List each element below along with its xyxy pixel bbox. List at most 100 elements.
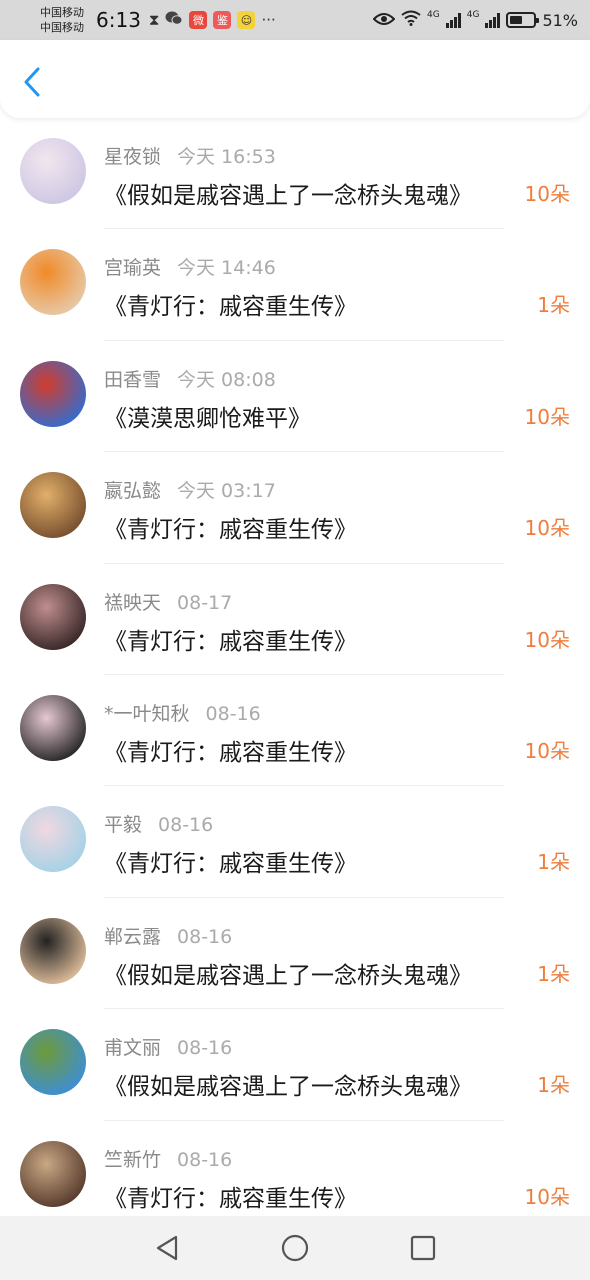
flower-count: 1朵 — [537, 961, 570, 986]
flower-count: 10朵 — [524, 738, 570, 763]
network-type-1: 4G — [427, 10, 440, 20]
item-meta: 郸云露 08-16 — [104, 922, 232, 949]
qq-icon: ☺ — [237, 11, 256, 29]
item-meta: 禚映天 08-17 — [104, 588, 232, 615]
list-item[interactable]: 宫瑜英 今天 14:46 《青灯行：戚容重生传》 1朵 — [0, 229, 590, 341]
avatar[interactable] — [20, 583, 86, 650]
signal-icon-2 — [485, 12, 501, 28]
user-name: 平毅 — [104, 814, 143, 837]
user-name: 郸云露 — [104, 925, 162, 948]
back-button[interactable] — [18, 66, 46, 98]
timestamp: 今天 03:17 — [177, 480, 276, 503]
more-icon: ··· — [261, 11, 276, 29]
avatar[interactable] — [20, 360, 86, 427]
weibo-icon: 微 — [189, 11, 208, 29]
timestamp: 08-16 — [177, 1148, 233, 1171]
wechat-icon — [165, 10, 183, 30]
book-title: 《青灯行：戚容重生传》 — [104, 294, 357, 321]
battery-icon — [506, 12, 540, 28]
list-item[interactable]: 田香雪 今天 08:08 《漠漠思卿怆难平》 10朵 — [0, 341, 590, 453]
flower-count: 10朵 — [524, 1184, 570, 1209]
triangle-back-icon — [156, 1235, 178, 1261]
hourglass-icon: ⧗ — [148, 11, 160, 29]
book-title: 《漠漠思卿怆难平》 — [104, 405, 311, 432]
timestamp: 08-16 — [177, 925, 233, 948]
item-meta: 田香雪 今天 08:08 — [104, 365, 276, 392]
timestamp: 今天 14:46 — [177, 257, 276, 280]
avatar[interactable] — [20, 1140, 86, 1207]
user-name: 甫文丽 — [104, 1037, 162, 1060]
user-name: 宫瑜英 — [104, 257, 162, 280]
circle-home-icon — [281, 1234, 309, 1262]
item-meta: 宫瑜英 今天 14:46 — [104, 253, 276, 280]
book-title: 《假如是戚容遇上了一念桥头鬼魂》 — [104, 183, 472, 209]
notification-icons: ⧗ 微 鉴 ☺ ··· — [149, 10, 276, 30]
book-title: 《青灯行：戚容重生传》 — [104, 851, 357, 878]
carrier-1: 中国移动 — [40, 6, 84, 19]
list-item[interactable]: 平毅 08-16 《青灯行：戚容重生传》 1朵 — [0, 786, 590, 898]
flower-count: 1朵 — [537, 850, 570, 875]
flower-count: 1朵 — [537, 1073, 570, 1098]
system-nav-bar — [0, 1216, 590, 1280]
gift-record-list: 星夜锁 今天 16:53 《假如是戚容遇上了一念桥头鬼魂》 10朵 宫瑜英 今天 1… — [0, 118, 590, 1232]
square-recents-icon — [410, 1235, 436, 1261]
nav-home-button[interactable] — [275, 1228, 315, 1268]
timestamp: 今天 08:08 — [177, 368, 276, 391]
book-title: 《青灯行：戚容重生传》 — [104, 517, 357, 544]
item-meta: 平毅 08-16 — [104, 810, 213, 837]
list-item[interactable]: 禚映天 08-17 《青灯行：戚容重生传》 10朵 — [0, 564, 590, 675]
user-name: 田香雪 — [104, 368, 162, 391]
flower-count: 10朵 — [524, 182, 570, 206]
item-meta: *一叶知秋 08-16 — [104, 699, 261, 726]
avatar[interactable] — [20, 1029, 86, 1096]
list-item[interactable]: 星夜锁 今天 16:53 《假如是戚容遇上了一念桥头鬼魂》 10朵 — [0, 118, 590, 230]
network-type-2: 4G — [466, 10, 480, 20]
nav-back-button[interactable] — [147, 1228, 187, 1268]
user-name: 嬴弘懿 — [104, 480, 162, 503]
list-item[interactable]: *一叶知秋 08-16 《青灯行：戚容重生传》 10朵 — [0, 675, 590, 787]
avatar[interactable] — [20, 472, 86, 539]
eye-icon — [372, 11, 396, 30]
battery-percent: 51% — [542, 10, 578, 30]
item-meta: 甫文丽 08-16 — [104, 1033, 232, 1060]
user-name: 禚映天 — [104, 591, 162, 614]
avatar[interactable] — [20, 917, 86, 984]
item-meta: 竺新竹 08-16 — [104, 1145, 232, 1172]
book-title: 《青灯行：戚容重生传》 — [104, 1185, 357, 1212]
user-name: *一叶知秋 — [104, 702, 190, 725]
book-title: 《假如是戚容遇上了一念桥头鬼魂》 — [104, 1074, 472, 1101]
app-badge-icon: 鉴 — [213, 11, 232, 29]
book-title: 《假如是戚容遇上了一念桥头鬼魂》 — [104, 962, 472, 989]
timestamp: 08-16 — [205, 702, 261, 725]
avatar[interactable] — [20, 694, 86, 761]
header — [0, 40, 590, 118]
list-item[interactable]: 郸云露 08-16 《假如是戚容遇上了一念桥头鬼魂》 1朵 — [0, 898, 590, 1010]
book-title: 《青灯行：戚容重生传》 — [104, 739, 357, 766]
flower-count: 10朵 — [524, 404, 570, 429]
list-item[interactable]: 嬴弘懿 今天 03:17 《青灯行：戚容重生传》 10朵 — [0, 452, 590, 564]
carrier-2: 中国移动 — [40, 21, 84, 34]
system-status: 4G 4G 51% — [372, 10, 578, 30]
list-item[interactable]: 甫文丽 08-16 《假如是戚容遇上了一念桥头鬼魂》 1朵 — [0, 1009, 590, 1121]
timestamp: 今天 16:53 — [177, 146, 276, 168]
chevron-left-icon — [24, 67, 40, 97]
carrier-labels: 中国移动 中国移动 — [40, 5, 94, 35]
user-name: 星夜锁 — [104, 146, 162, 168]
battery-fill — [510, 16, 522, 24]
timestamp: 08-16 — [158, 814, 214, 837]
timestamp: 08-16 — [177, 1037, 233, 1060]
user-name: 竺新竹 — [104, 1148, 162, 1171]
wifi-icon — [401, 10, 421, 30]
avatar[interactable] — [20, 806, 86, 873]
flower-count: 1朵 — [537, 293, 570, 318]
flower-count: 10朵 — [524, 627, 570, 652]
status-time: 6:13 — [96, 8, 141, 32]
flower-count: 10朵 — [524, 516, 570, 541]
signal-icon — [445, 12, 461, 28]
nav-recents-button[interactable] — [403, 1228, 443, 1268]
book-title: 《青灯行：戚容重生传》 — [104, 628, 357, 655]
avatar[interactable] — [20, 138, 86, 204]
status-bar: 中国移动 中国移动 6:13 ⧗ 微 鉴 ☺ ··· 4G 4G 51% — [0, 0, 590, 40]
avatar[interactable] — [20, 249, 86, 316]
timestamp: 08-17 — [177, 591, 233, 614]
